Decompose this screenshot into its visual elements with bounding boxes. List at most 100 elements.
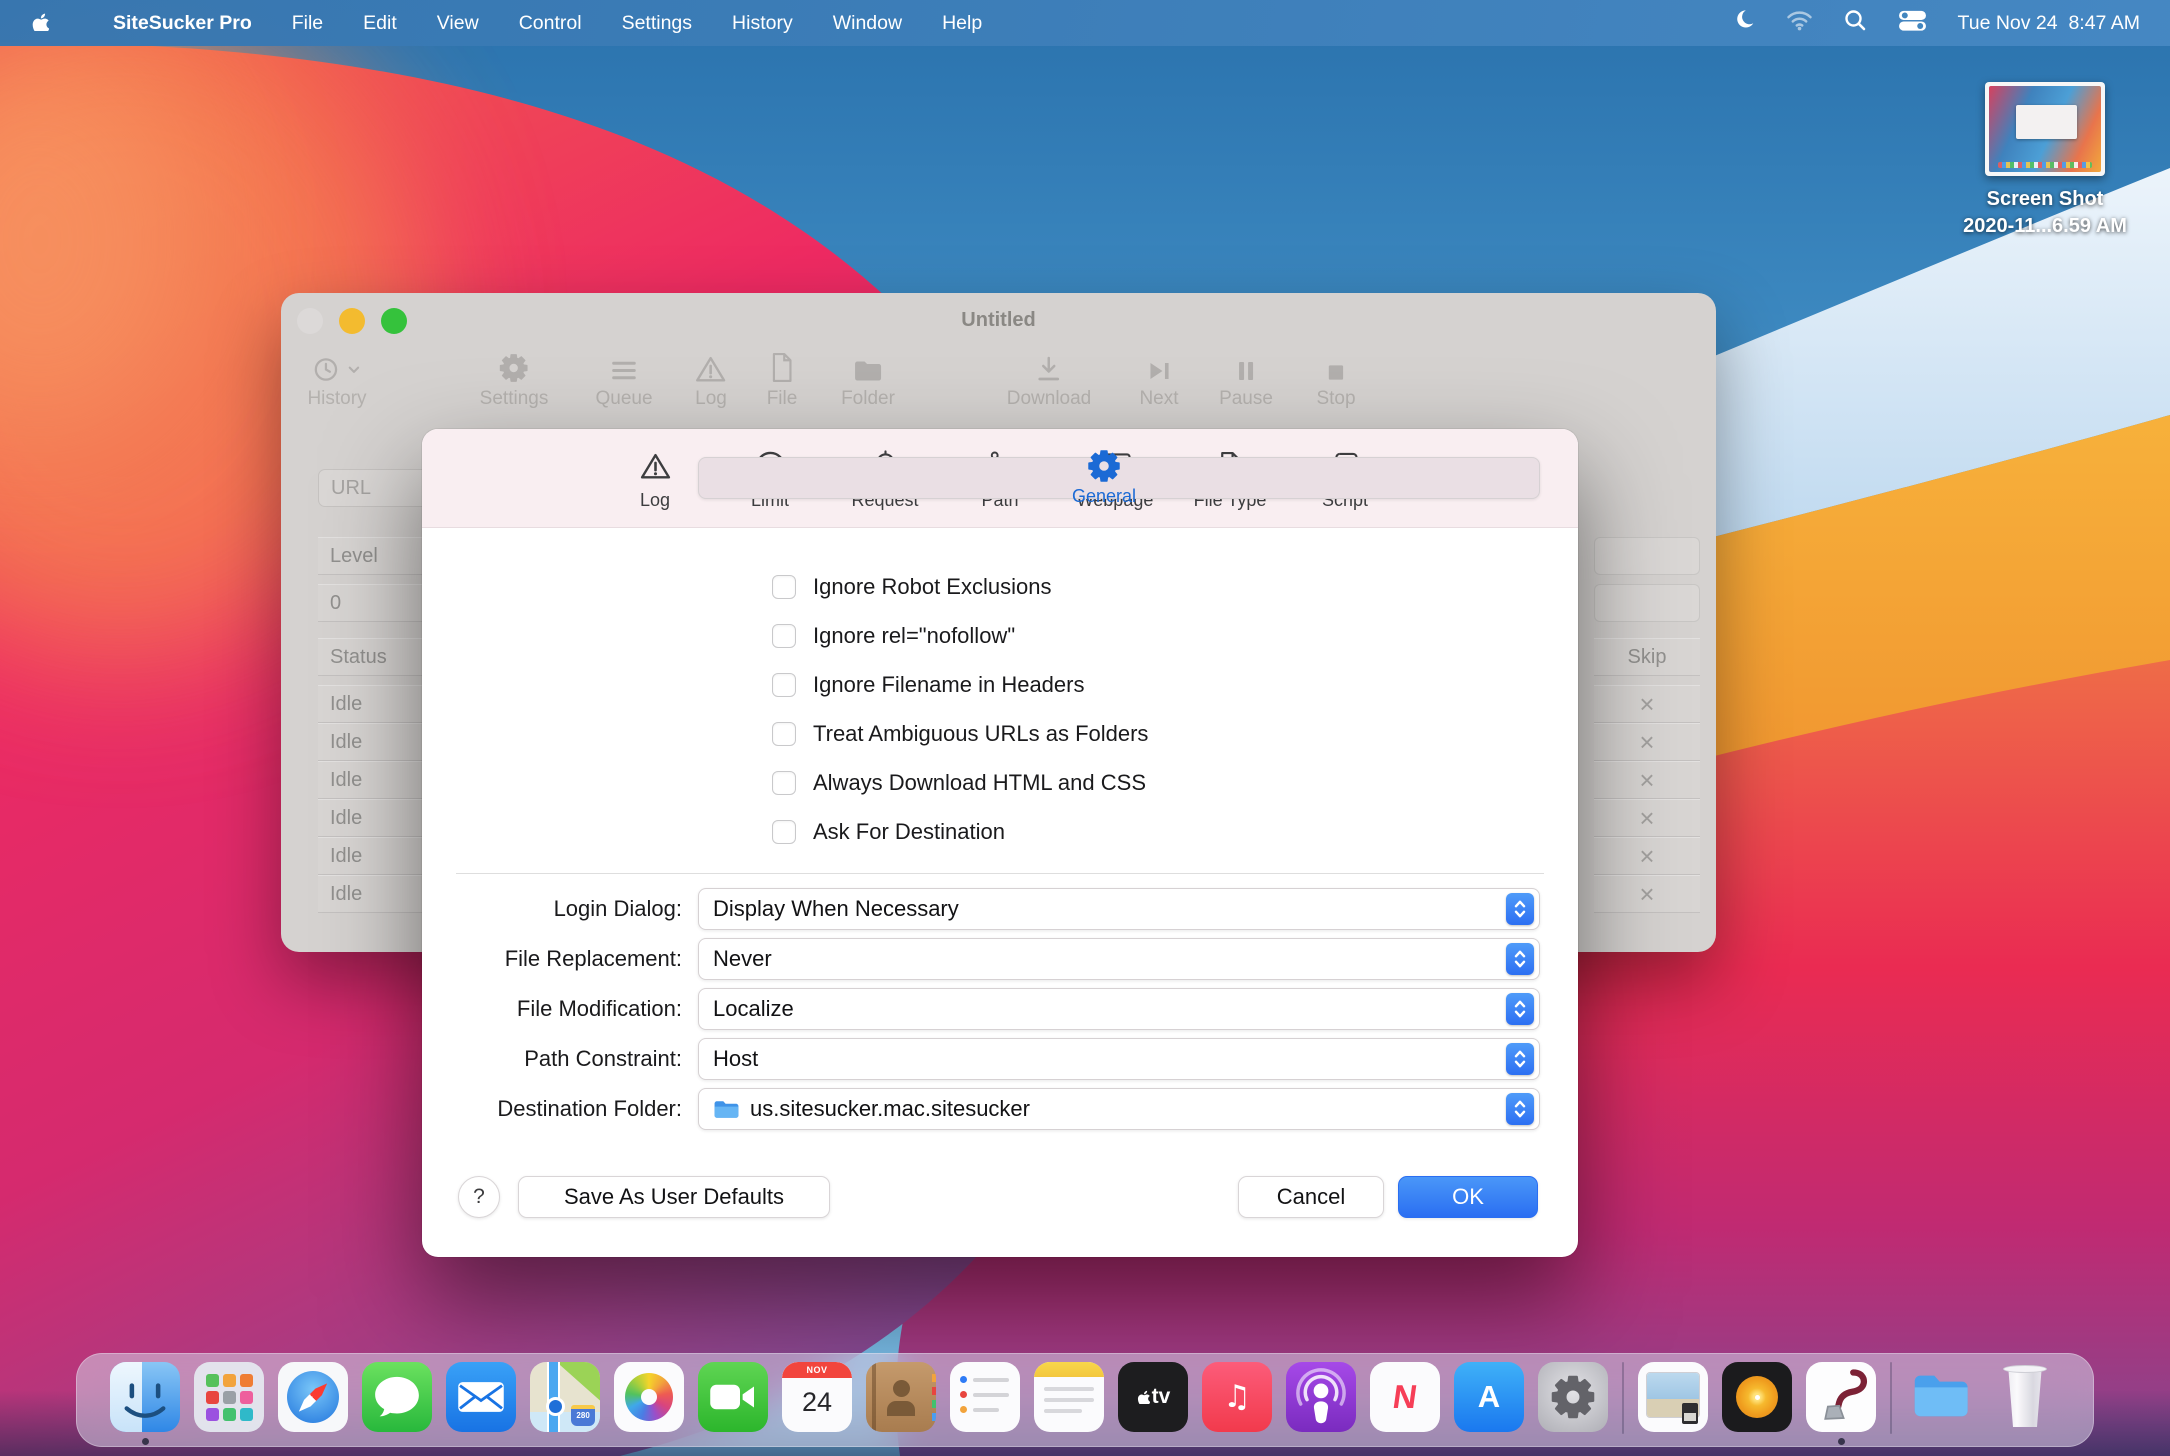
control-center-icon[interactable]	[1897, 8, 1928, 39]
stop-icon	[1316, 345, 1355, 383]
select-destination-folder[interactable]: us.sitesucker.mac.sitesucker	[698, 1088, 1540, 1130]
toolbar-next[interactable]: Next	[1139, 345, 1178, 410]
dock-item-downloads-folder[interactable]	[1906, 1362, 1976, 1446]
menu-history[interactable]: History	[732, 12, 793, 35]
status-row: Idle	[318, 875, 422, 913]
label-destination-folder: Destination Folder:	[422, 1088, 682, 1130]
save-as-user-defaults-button[interactable]: Save As User Defaults	[518, 1176, 830, 1218]
pause-icon	[1219, 345, 1273, 383]
cancel-button[interactable]: Cancel	[1238, 1176, 1384, 1218]
toolbar-stop[interactable]: Stop	[1316, 345, 1355, 410]
screenshot-thumbnail[interactable]	[1985, 82, 2105, 176]
screen: SiteSucker Pro File Edit View Control Settin…	[0, 0, 2170, 1456]
toolbar-pause[interactable]: Pause	[1219, 345, 1273, 410]
menu-control[interactable]: Control	[519, 12, 582, 35]
dock-item-safari[interactable]	[278, 1362, 348, 1446]
apple-menu-icon[interactable]	[30, 9, 49, 37]
tab-general[interactable]: General	[698, 457, 1540, 499]
checkbox-label: Always Download HTML and CSS	[813, 770, 1146, 796]
dock-item-tv[interactable]: tv	[1118, 1362, 1188, 1446]
dock-item-sitesucker[interactable]	[1806, 1362, 1876, 1446]
skip-button[interactable]: ×	[1594, 837, 1700, 875]
menu-settings[interactable]: Settings	[622, 12, 692, 35]
divider	[456, 873, 1544, 874]
dock-item-messages[interactable]	[362, 1362, 432, 1446]
status-row: Idle	[318, 837, 422, 875]
help-button[interactable]: ?	[458, 1176, 500, 1218]
select-path-constraint[interactable]: Host	[698, 1038, 1540, 1080]
desktop-file-label: Screen Shot 2020-11...6.59 AM	[1930, 186, 2160, 240]
ok-button[interactable]: OK	[1398, 1176, 1538, 1218]
menu-view[interactable]: View	[437, 12, 479, 35]
app-menu-sitesucker-pro[interactable]: SiteSucker Pro	[113, 12, 252, 35]
select-file-replacement[interactable]: Never	[698, 938, 1540, 980]
toolbar-history[interactable]: History	[307, 345, 366, 410]
dock-item-pacifist[interactable]	[1638, 1362, 1708, 1446]
dock-item-finder[interactable]	[110, 1362, 180, 1446]
status-header: Status	[318, 638, 422, 676]
menu-clock[interactable]: Tue Nov 24 8:47 AM	[1958, 12, 2140, 35]
wifi-icon[interactable]	[1786, 9, 1813, 37]
checkbox-row-always-download-html-and-css: Always Download HTML and CSS	[772, 770, 1146, 796]
skip-button[interactable]: ×	[1594, 761, 1700, 799]
checkbox-ignore-rel-nofollow[interactable]	[772, 624, 796, 648]
do-not-disturb-moon-icon[interactable]	[1731, 8, 1756, 39]
stepper-icon[interactable]	[1506, 1043, 1534, 1075]
dock-item-calendar[interactable]: NOV 24	[782, 1362, 852, 1446]
dock-item-facetime[interactable]	[698, 1362, 768, 1446]
toolbar-queue[interactable]: Queue	[595, 345, 652, 410]
skip-button[interactable]: ×	[1594, 723, 1700, 761]
toolbar-log[interactable]: Log	[695, 345, 727, 410]
select-login-dialog[interactable]: Display When Necessary	[698, 888, 1540, 930]
dock-item-music[interactable]: ♫	[1202, 1362, 1272, 1446]
stepper-icon[interactable]	[1506, 993, 1534, 1025]
stepper-icon[interactable]	[1506, 893, 1534, 925]
download-icon	[1007, 345, 1092, 383]
select-file-modification[interactable]: Localize	[698, 988, 1540, 1030]
toolbar-settings[interactable]: Settings	[480, 345, 549, 410]
dock-item-contacts[interactable]	[866, 1362, 936, 1446]
general-tab-icon	[1087, 449, 1121, 483]
menu-help[interactable]: Help	[942, 12, 982, 35]
menu-file[interactable]: File	[292, 12, 323, 35]
menu-edit[interactable]: Edit	[363, 12, 397, 35]
search-icon[interactable]	[1843, 8, 1867, 38]
checkbox-ignore-robot-exclusions[interactable]	[772, 575, 796, 599]
skip-button[interactable]: ×	[1594, 799, 1700, 837]
stepper-icon[interactable]	[1506, 1093, 1534, 1125]
dock-item-disc-app[interactable]	[1722, 1362, 1792, 1446]
dock-item-app-store[interactable]: A	[1454, 1362, 1524, 1446]
checkbox-always-download-html-and-css[interactable]	[772, 771, 796, 795]
dock-item-maps[interactable]: 280	[530, 1362, 600, 1446]
skip-button[interactable]: ×	[1594, 685, 1700, 723]
toolbar-file[interactable]: File	[767, 345, 798, 410]
checkbox-ignore-filename-in-headers[interactable]	[772, 673, 796, 697]
desktop-file-screenshot[interactable]: Screen Shot 2020-11...6.59 AM	[1930, 82, 2160, 240]
dock-item-mail[interactable]	[446, 1362, 516, 1446]
log-tab-icon	[640, 445, 671, 487]
checkbox-ask-for-destination[interactable]	[772, 820, 796, 844]
dock-item-launchpad[interactable]	[194, 1362, 264, 1446]
dock-item-trash[interactable]	[1990, 1362, 2060, 1446]
tab-log[interactable]: Log	[605, 436, 705, 520]
skip-button[interactable]: ×	[1594, 875, 1700, 913]
toolbar-folder[interactable]: Folder	[841, 345, 895, 410]
dock-item-photos[interactable]	[614, 1362, 684, 1446]
dock-item-news[interactable]: N	[1370, 1362, 1440, 1446]
stepper-icon[interactable]	[1506, 943, 1534, 975]
appstore-letter: A	[1478, 1379, 1500, 1415]
menu-bar-status: Tue Nov 24 8:47 AM	[1731, 8, 2140, 39]
dock-item-system-preferences[interactable]	[1538, 1362, 1608, 1446]
settings-tab-bar: General Log50 Limit Request Path Webpage…	[422, 429, 1578, 528]
table-field-placeholder	[1594, 537, 1700, 575]
toolbar-label: Folder	[841, 388, 895, 410]
menu-window[interactable]: Window	[833, 12, 902, 35]
dock-item-reminders[interactable]	[950, 1362, 1020, 1446]
folder-icon	[841, 345, 895, 383]
checkbox-label: Treat Ambiguous URLs as Folders	[813, 721, 1148, 747]
dock-item-notes[interactable]	[1034, 1362, 1104, 1446]
checkbox-treat-ambiguous-urls-as-folders[interactable]	[772, 722, 796, 746]
toolbar-download[interactable]: Download	[1007, 345, 1092, 410]
label-login-dialog: Login Dialog:	[422, 888, 682, 930]
dock-item-podcasts[interactable]	[1286, 1362, 1356, 1446]
